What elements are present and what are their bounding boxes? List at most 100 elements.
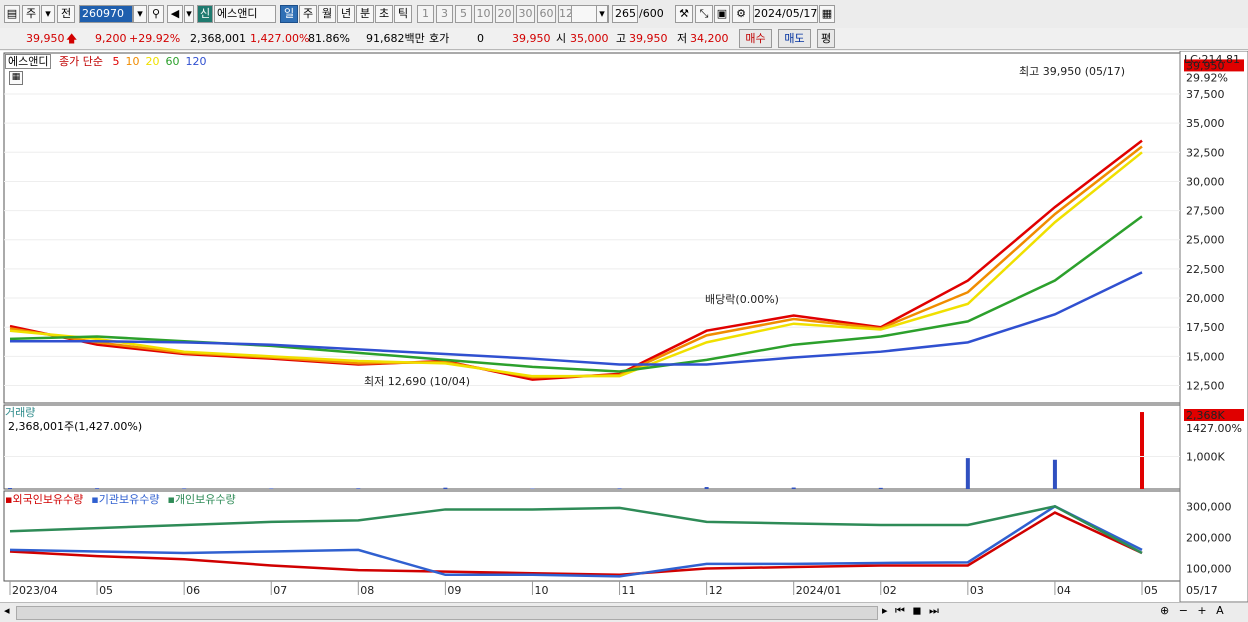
vol-tick: 1,000K (1186, 451, 1225, 464)
tab-4[interactable]: 분 (356, 5, 374, 23)
period-3[interactable]: 3 (436, 5, 453, 23)
buy-button[interactable]: 매수 (739, 29, 772, 48)
volume-value: 2,368,001 (190, 31, 246, 46)
high-label: 고 (616, 31, 626, 46)
panel-frame-1 (4, 405, 1180, 489)
eval-button[interactable]: 평 (817, 29, 835, 48)
period-10[interactable]: 10 (474, 5, 493, 23)
period-60[interactable]: 60 (537, 5, 556, 23)
y-tick: 12,500 (1186, 380, 1225, 393)
volume-bar (705, 487, 709, 489)
x-label: 05 (99, 584, 113, 597)
volume-bar (1053, 460, 1057, 489)
scroll-controls-icon[interactable]: ▸ ⏮ ◼ ⏭ (882, 604, 941, 618)
ma-legend-120: 120 (185, 55, 206, 68)
credit-badge: 신 (197, 5, 213, 23)
holdings-legend-2: ▪개인보유수량 (167, 493, 235, 506)
ma-legend-60: 60 (165, 55, 179, 68)
low-price: 34,200 (690, 31, 729, 46)
speaker-icon[interactable]: ◀ (167, 5, 183, 23)
zoom-controls-icon[interactable]: ⊕ − + A (1160, 604, 1227, 617)
change-value: 9,200 (95, 31, 127, 46)
ma-title: 종가 단순 (59, 55, 103, 68)
lc-label: LC:214.81 (1184, 53, 1240, 66)
save-icon[interactable]: ▣ (714, 5, 730, 23)
tab-5[interactable]: 초 (375, 5, 393, 23)
ma-legend-10: 10 (125, 55, 139, 68)
window-menu-icon[interactable]: ▤ (4, 5, 20, 23)
calendar-icon[interactable]: ▦ (819, 5, 835, 23)
grid-toggle-icon[interactable]: ▦ (9, 71, 23, 85)
speaker-dropdown-icon[interactable]: ▾ (184, 5, 194, 23)
holdings-tick: 300,000 (1186, 500, 1232, 513)
period-1[interactable]: 1 (417, 5, 434, 23)
count-input[interactable]: 265 (612, 5, 638, 23)
volume-bar (95, 488, 99, 489)
tab-6[interactable]: 틱 (394, 5, 412, 23)
volume-bar (792, 488, 796, 489)
stock-code-input[interactable]: 260970 (79, 5, 133, 23)
chevron-down-icon[interactable]: ▾ (41, 5, 55, 23)
ma-legend-5: 5 (112, 55, 119, 68)
holdings-tick: 100,000 (1186, 563, 1232, 576)
search-icon[interactable]: ⚲ (148, 5, 164, 23)
quote-price: 39,950 (512, 31, 551, 46)
period-20[interactable]: 20 (495, 5, 514, 23)
volume-bar (269, 488, 273, 489)
turnover-rate: 81.86% (308, 31, 350, 46)
period-code-select[interactable]: 주 (22, 5, 40, 23)
volume-bar (966, 458, 970, 489)
x-label: 2023/04 (12, 584, 58, 597)
holdings-tick: 200,000 (1186, 531, 1232, 544)
scroll-left-icon[interactable]: ◂ (4, 604, 10, 617)
y-tick: 37,500 (1186, 88, 1225, 101)
volume-subtitle: 2,368,001주(1,427.00%) (8, 418, 142, 434)
prev-button[interactable]: 전 (57, 5, 75, 23)
tab-3[interactable]: 년 (337, 5, 355, 23)
volume-bar (618, 488, 622, 489)
change-pct: +29.92% (129, 31, 180, 46)
tab-2[interactable]: 월 (318, 5, 336, 23)
volume-pct: 1,427.00% (250, 31, 309, 46)
up-arrow-icon: 🡅 (66, 31, 77, 46)
y-tick: 27,500 (1186, 205, 1225, 218)
price-legend: 에스앤디 종가 단순 5102060120 (5, 53, 206, 69)
tools-icon[interactable]: ⚒ (675, 5, 693, 23)
period-30[interactable]: 30 (516, 5, 535, 23)
vol-last-pct: 1427.00% (1186, 422, 1242, 435)
volume-bar (8, 488, 12, 489)
gear-icon[interactable]: ⚙ (732, 5, 750, 23)
tab-0[interactable]: 일 (280, 5, 298, 23)
low-label: 저 (677, 31, 687, 46)
x-label: 11 (622, 584, 636, 597)
chart-area[interactable]: 12,50015,00017,50020,00022,50025,00027,5… (0, 51, 1248, 621)
sell-button[interactable]: 매도 (778, 29, 811, 48)
period-dropdown-icon[interactable]: ▾ (596, 5, 608, 23)
toolbar: ▤ 주 ▾ 전 260970 ▾ ⚲ ◀ ▾ 신 에스앤디 일주월년분초틱 13… (0, 0, 1248, 29)
x-label: 02 (883, 584, 897, 597)
line-draw-icon[interactable]: ⤡ (695, 5, 713, 23)
x-label: 03 (970, 584, 984, 597)
period-5[interactable]: 5 (455, 5, 472, 23)
code-dropdown-icon[interactable]: ▾ (133, 5, 147, 23)
y-tick: 22,500 (1186, 263, 1225, 276)
y-tick: 35,000 (1186, 117, 1225, 130)
chart-svg: 12,50015,00017,50020,00022,50025,00027,5… (0, 51, 1248, 602)
date-input[interactable]: 2024/05/17 (753, 5, 818, 23)
tab-1[interactable]: 주 (299, 5, 317, 23)
scroll-thumb[interactable] (16, 606, 878, 620)
volume-bar (443, 488, 447, 489)
stock-name-field[interactable]: 에스앤디 (214, 5, 276, 23)
x-label: 04 (1057, 584, 1071, 597)
open-price: 35,000 (570, 31, 609, 46)
y-tick: 32,500 (1186, 146, 1225, 159)
horizontal-scrollbar[interactable]: ◂ ▸ ⏮ ◼ ⏭ ⊕ − + A (0, 602, 1248, 622)
ma-legend-20: 20 (145, 55, 159, 68)
volume-bar (1140, 412, 1144, 489)
holdings-legend-0: ▪외국인보유수량 (5, 493, 83, 506)
holdings-legend-1: ▪기관보유수량 (91, 493, 159, 506)
x-label: 12 (709, 584, 723, 597)
event-annotation: 배당락(0.00%) (705, 293, 779, 306)
quote-label: 호가 (429, 31, 449, 46)
low-annotation: 최저 12,690 (10/04) (364, 375, 470, 388)
